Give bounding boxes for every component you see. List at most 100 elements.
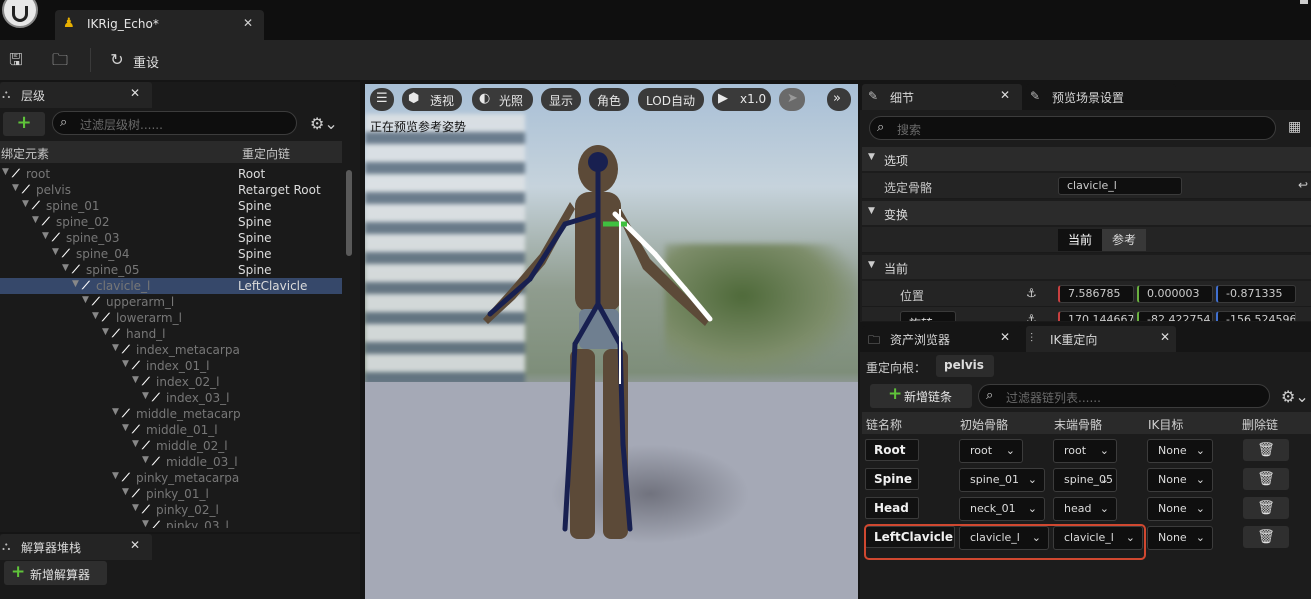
asset-browser-tab[interactable]: 🗀 资产浏览器 ✕ (862, 326, 1022, 352)
expand-arrow-icon[interactable]: ▼ (72, 279, 79, 289)
details-tab[interactable]: ✎ 细节 ✕ (862, 84, 1022, 110)
selected-bone-field[interactable]: clavicle_l (1058, 177, 1182, 195)
end-bone-dropdown[interactable]: head ⌄ (1053, 497, 1117, 521)
expand-arrow-icon[interactable]: ▼ (32, 215, 39, 225)
viewport[interactable]: ☰ ⬢ 透视 ◐ 光照 显示 角色 LOD自动 ▶ x1.0 ➤ » 正在预览参… (365, 84, 858, 599)
tree-row[interactable]: ▼ ⟋ middle_metacarp (0, 406, 342, 422)
reset-arrow-icon[interactable]: ↩ (1298, 178, 1308, 192)
add-chain-button[interactable]: + 新增链条 (870, 384, 972, 408)
viewport-menu-button[interactable]: ☰ (370, 88, 394, 111)
rotation-x-field[interactable]: 170.144667 (1058, 311, 1134, 321)
column-chain[interactable]: 重定向链 (242, 145, 290, 162)
section-current[interactable]: ▼ 当前 (862, 255, 1311, 279)
start-bone-dropdown[interactable]: spine_01 ⌄ (959, 468, 1045, 492)
tree-row[interactable]: ▼ ⟋ upperarm_l (0, 294, 342, 310)
location-z-field[interactable]: -0.871335 (1216, 285, 1296, 303)
settings-gear-icon[interactable]: ⚙⌄ (310, 114, 338, 133)
reset-icon[interactable]: ↻ (107, 50, 127, 70)
tree-row[interactable]: ▼ ⟋ root Root (0, 166, 342, 182)
details-search-input[interactable]: ⌕ 搜索 (869, 116, 1276, 140)
section-options[interactable]: ▼ 选项 (862, 147, 1311, 171)
play-speed-button[interactable]: ▶ x1.0 (712, 88, 771, 111)
delete-chain-button[interactable]: 🗑 (1243, 526, 1289, 548)
expand-arrow-icon[interactable]: ▼ (142, 519, 149, 528)
expand-arrow-icon[interactable]: ▼ (122, 487, 129, 497)
character-skeleton[interactable] (365, 84, 858, 599)
rotation-dropdown[interactable]: 旋转 (900, 311, 956, 321)
end-bone-dropdown[interactable]: spine_05 ⌄ (1053, 468, 1117, 492)
expand-arrow-icon[interactable]: ▼ (52, 247, 59, 257)
rotation-y-field[interactable]: -82.422754 (1137, 311, 1213, 321)
ik-retarget-tab[interactable]: ⫶ IK重定向 ✕ (1026, 326, 1176, 352)
expand-arrow-icon[interactable]: ▼ (132, 503, 139, 513)
expand-arrow-icon[interactable]: ▼ (12, 183, 19, 193)
add-element-button[interactable]: + (3, 112, 45, 136)
section-transform[interactable]: ▼ 变换 (862, 201, 1311, 225)
tree-row[interactable]: ▼ ⟋ middle_02_l (0, 438, 342, 454)
retarget-root-field[interactable]: pelvis (936, 355, 994, 377)
ik-goal-dropdown[interactable]: None ⌄ (1147, 497, 1213, 521)
settings-gear-icon[interactable]: ⚙⌄ (1281, 387, 1309, 406)
unreal-logo-icon[interactable] (2, 0, 38, 28)
delete-chain-button[interactable]: 🗑 (1243, 439, 1289, 461)
start-bone-dropdown[interactable]: neck_01 ⌄ (959, 497, 1045, 521)
ik-goal-dropdown[interactable]: None ⌄ (1147, 526, 1213, 550)
perspective-button[interactable]: ⬢ 透视 (402, 88, 462, 111)
browse-asset-icon[interactable]: 🗀 (50, 50, 70, 70)
tree-row[interactable]: ▼ ⟋ pinky_03_l (0, 518, 342, 528)
tree-row[interactable]: ▼ ⟋ middle_03_l (0, 454, 342, 470)
close-icon[interactable]: ✕ (1000, 88, 1010, 102)
expand-arrow-icon[interactable]: ▼ (42, 231, 49, 241)
close-icon[interactable]: ✕ (1160, 330, 1170, 344)
close-icon[interactable]: ✕ (130, 86, 140, 100)
expand-arrow-icon[interactable]: ▼ (142, 455, 149, 465)
tree-row[interactable]: ▼ ⟋ hand_l (0, 326, 342, 342)
expand-arrow-icon[interactable]: ▼ (102, 327, 109, 337)
close-icon[interactable]: ✕ (130, 538, 140, 552)
ik-goal-dropdown[interactable]: None ⌄ (1147, 468, 1213, 492)
chain-name-field[interactable]: Head (865, 497, 919, 519)
ik-goal-dropdown[interactable]: None ⌄ (1147, 439, 1213, 463)
lighting-button[interactable]: ◐ 光照 (472, 88, 533, 111)
tree-row[interactable]: ▼ ⟋ pinky_01_l (0, 486, 342, 502)
start-bone-dropdown[interactable]: root ⌄ (959, 439, 1023, 463)
hierarchy-scrollbar[interactable] (346, 170, 352, 256)
delete-chain-button[interactable]: 🗑 (1243, 468, 1289, 490)
chain-name-field[interactable]: Root (865, 439, 919, 461)
expand-arrow-icon[interactable]: ▼ (62, 263, 69, 273)
current-toggle[interactable]: 当前 (1058, 229, 1102, 251)
location-y-field[interactable]: 0.000003 (1137, 285, 1213, 303)
expand-toolbar-button[interactable]: » (827, 88, 851, 111)
tree-row[interactable]: ▼ ⟋ spine_05 Spine (0, 262, 342, 278)
table-view-icon[interactable]: ▦ (1288, 119, 1301, 135)
tree-row[interactable]: ▼ ⟋ index_metacarpa (0, 342, 342, 358)
expand-arrow-icon[interactable]: ▼ (2, 167, 9, 177)
close-tab-icon[interactable]: ✕ (243, 16, 253, 30)
solver-stack-tab[interactable]: ⛬ 解算器堆栈 ✕ (0, 534, 152, 560)
expand-arrow-icon[interactable]: ▼ (92, 311, 99, 321)
hierarchy-tab[interactable]: ⛬ 层级 ✕ (0, 82, 152, 108)
lod-button[interactable]: LOD自动 (638, 88, 704, 111)
tree-row[interactable]: ▼ ⟋ spine_03 Spine (0, 230, 342, 246)
preview-scene-tab[interactable]: ✎ 预览场景设置 (1026, 84, 1176, 110)
column-element[interactable]: 绑定元素 (1, 145, 49, 162)
rotation-z-field[interactable]: -156.524596 (1216, 311, 1296, 321)
end-bone-dropdown[interactable]: root ⌄ (1053, 439, 1117, 463)
expand-arrow-icon[interactable]: ▼ (82, 295, 89, 305)
tree-row[interactable]: ▼ ⟋ pelvis Retarget Root (0, 182, 342, 198)
expand-arrow-icon[interactable]: ▼ (122, 423, 129, 433)
character-button[interactable]: 角色 (589, 88, 629, 111)
tree-row[interactable]: ▼ ⟋ middle_01_l (0, 422, 342, 438)
document-tab[interactable]: ♟ IKRig_Echo* ✕ (55, 10, 264, 40)
chain-filter-input[interactable]: ⌕ 过滤器链列表...... (978, 384, 1270, 408)
delete-chain-button[interactable]: 🗑 (1243, 497, 1289, 519)
expand-arrow-icon[interactable]: ▼ (22, 199, 29, 209)
tree-row[interactable]: ▼ ⟋ pinky_02_l (0, 502, 342, 518)
chain-name-field[interactable]: Spine (865, 468, 919, 490)
show-button[interactable]: 显示 (541, 88, 581, 111)
close-icon[interactable]: ✕ (1000, 330, 1010, 344)
tree-row[interactable]: ▼ ⟋ index_01_l (0, 358, 342, 374)
location-x-field[interactable]: 7.586785 (1058, 285, 1134, 303)
reference-toggle[interactable]: 参考 (1102, 229, 1146, 251)
tree-row[interactable]: ▼ ⟋ spine_04 Spine (0, 246, 342, 262)
